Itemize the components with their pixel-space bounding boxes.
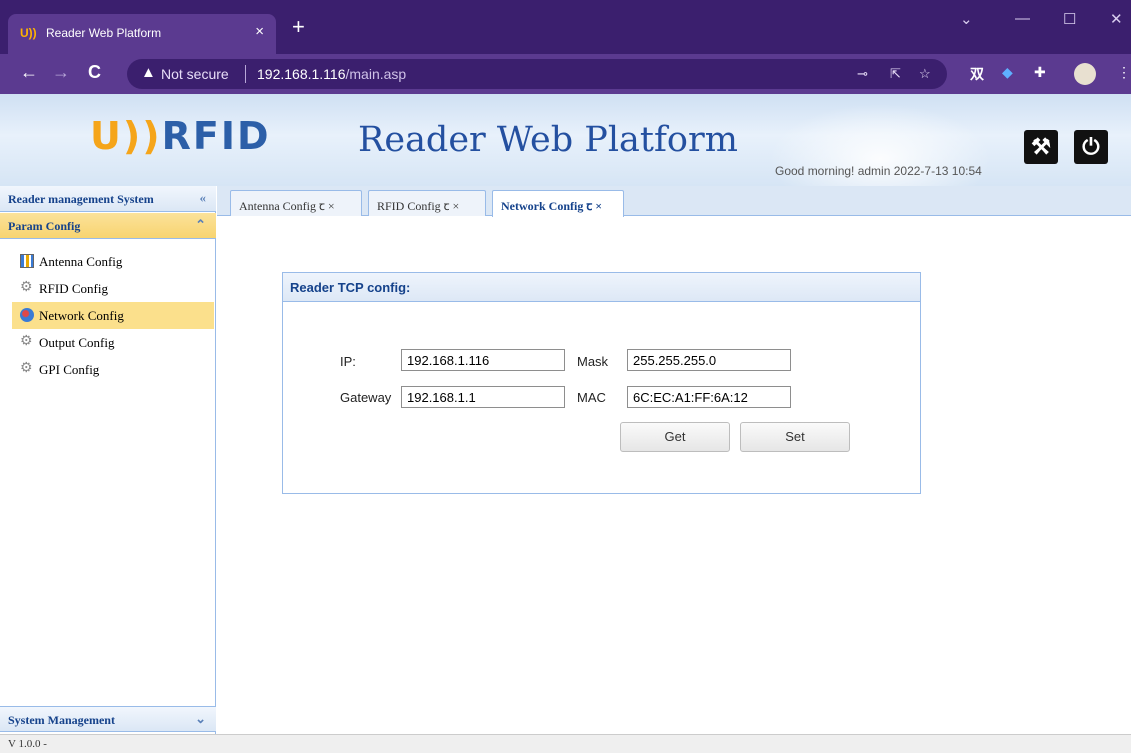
rfid-logo: U))RFID xyxy=(90,114,271,158)
sidebar-item-label: Output Config xyxy=(39,335,115,350)
url-text: 192.168.1.116/main.asp xyxy=(257,66,406,82)
panel-header: Reader TCP config: xyxy=(283,273,920,302)
sidebar-item-network[interactable]: Network Config xyxy=(12,302,214,329)
tab-rfid-config[interactable]: RFID Config ꞇ × xyxy=(368,190,486,216)
app-title: Reader Web Platform xyxy=(358,120,738,160)
mac-field[interactable] xyxy=(627,386,791,408)
forward-icon[interactable]: → xyxy=(52,62,70,83)
set-button[interactable]: Set xyxy=(740,422,850,452)
key-icon[interactable]: ⊸ xyxy=(857,66,868,82)
collapse-sidebar-icon[interactable]: « xyxy=(200,190,207,206)
get-button[interactable]: Get xyxy=(620,422,730,452)
gear-icon: ⚙ xyxy=(20,280,33,295)
tab-label: Antenna Config ꞇ × xyxy=(239,199,335,213)
url-input[interactable]: ▲ Not secure 192.168.1.116/main.asp ⊸ ⇱ … xyxy=(127,59,947,89)
new-tab-icon[interactable]: + xyxy=(292,16,305,38)
mask-field[interactable] xyxy=(627,349,791,371)
chevron-down-icon[interactable]: ⌄ xyxy=(960,10,973,28)
sidebar-item-label: Antenna Config xyxy=(39,254,123,269)
extension-icon[interactable]: ◆ xyxy=(1002,64,1013,81)
version-text: V 1.0.0 - xyxy=(8,738,47,750)
back-icon[interactable]: ← xyxy=(20,62,38,83)
sidebar-title: Reader management System xyxy=(8,192,154,206)
puzzle-icon[interactable]: ✚ xyxy=(1034,64,1046,81)
chevron-down-double-icon[interactable]: ⌄ xyxy=(195,711,206,727)
warning-icon[interactable]: ▲ xyxy=(141,64,156,81)
section-system-label: System Management xyxy=(8,713,115,727)
tab-label: Network Config ꞇ × xyxy=(501,199,603,213)
reload-icon[interactable]: C xyxy=(88,62,101,83)
bookmark-star-icon[interactable]: ☆ xyxy=(919,66,931,82)
profile-avatar[interactable] xyxy=(1074,63,1096,85)
sidebar-item-output[interactable]: ⚙ Output Config xyxy=(12,329,214,356)
menu-kebab-icon[interactable]: ⋮ xyxy=(1117,64,1131,81)
translate-extension-icon[interactable]: 双 xyxy=(970,64,984,84)
sidebar-item-antenna[interactable]: Antenna Config xyxy=(12,248,214,275)
maximize-icon[interactable]: ☐ xyxy=(1063,10,1076,28)
gateway-label: Gateway xyxy=(340,390,392,405)
tab-network-config[interactable]: Network Config ꞇ × xyxy=(492,190,624,217)
minimize-icon[interactable]: — xyxy=(1015,10,1030,27)
status-bar: V 1.0.0 - xyxy=(0,734,1131,753)
sidebar-item-rfid[interactable]: ⚙ RFID Config xyxy=(12,275,214,302)
browser-tab[interactable]: U)) Reader Web Platform × xyxy=(8,14,276,54)
panel-title: Reader TCP config: xyxy=(290,280,411,295)
tab-favicon-icon: U)) xyxy=(20,26,37,40)
app-banner: U))RFID Reader Web Platform Good morning… xyxy=(0,94,1131,186)
browser-tabstrip: U)) Reader Web Platform × + ⌄ — ☐ ✕ xyxy=(0,0,1131,54)
section-param-config[interactable]: Param Config ⌃ xyxy=(0,213,216,239)
sidebar-item-label: Network Config xyxy=(39,308,124,323)
url-path: /main.asp xyxy=(345,66,407,82)
power-icon[interactable]: ⏻ xyxy=(1074,130,1108,164)
ip-label: IP: xyxy=(340,354,356,369)
logo-rfid: RFID xyxy=(161,114,271,158)
gateway-field[interactable] xyxy=(401,386,565,408)
sidebar-item-gpi[interactable]: ⚙ GPI Config xyxy=(12,356,214,383)
sidebar-item-label: RFID Config xyxy=(39,281,108,296)
share-icon[interactable]: ⇱ xyxy=(890,66,901,82)
section-system-management[interactable]: System Management ⌄ xyxy=(0,706,216,732)
mac-label: MAC xyxy=(577,390,606,405)
chevron-up-icon[interactable]: ⌃ xyxy=(195,217,206,233)
ip-field[interactable] xyxy=(401,349,565,371)
tcp-config-panel: Reader TCP config: IP: Mask Gateway MAC … xyxy=(282,272,921,494)
address-bar: ← → C ▲ Not secure 192.168.1.116/main.as… xyxy=(0,54,1131,94)
close-window-icon[interactable]: ✕ xyxy=(1110,10,1123,28)
globe-icon xyxy=(20,308,34,322)
greeting-text: Good morning! admin 2022-7-13 10:54 xyxy=(775,164,982,178)
sidebar: Reader management System « Param Config … xyxy=(0,186,216,734)
sidebar-header: Reader management System « xyxy=(0,186,216,212)
tab-label: RFID Config ꞇ × xyxy=(377,199,460,213)
section-param-label: Param Config xyxy=(8,219,81,233)
tab-antenna-config[interactable]: Antenna Config ꞇ × xyxy=(230,190,362,216)
gear-icon: ⚙ xyxy=(20,334,33,349)
mask-label: Mask xyxy=(577,354,609,369)
content-tabbar: Antenna Config ꞇ × RFID Config ꞇ × Netwo… xyxy=(217,186,1131,217)
omnibox-divider xyxy=(245,65,246,83)
sidebar-item-label: GPI Config xyxy=(39,362,100,377)
logo-u: U)) xyxy=(90,114,162,158)
url-host: 192.168.1.116 xyxy=(257,66,346,82)
antenna-icon xyxy=(20,254,34,268)
tab-title: Reader Web Platform xyxy=(46,26,162,40)
gear-icon: ⚙ xyxy=(20,361,33,376)
tab-close-icon[interactable]: × xyxy=(255,23,264,40)
wrench-icon[interactable]: ⚒ xyxy=(1024,130,1058,164)
not-secure-label[interactable]: Not secure xyxy=(161,66,229,82)
